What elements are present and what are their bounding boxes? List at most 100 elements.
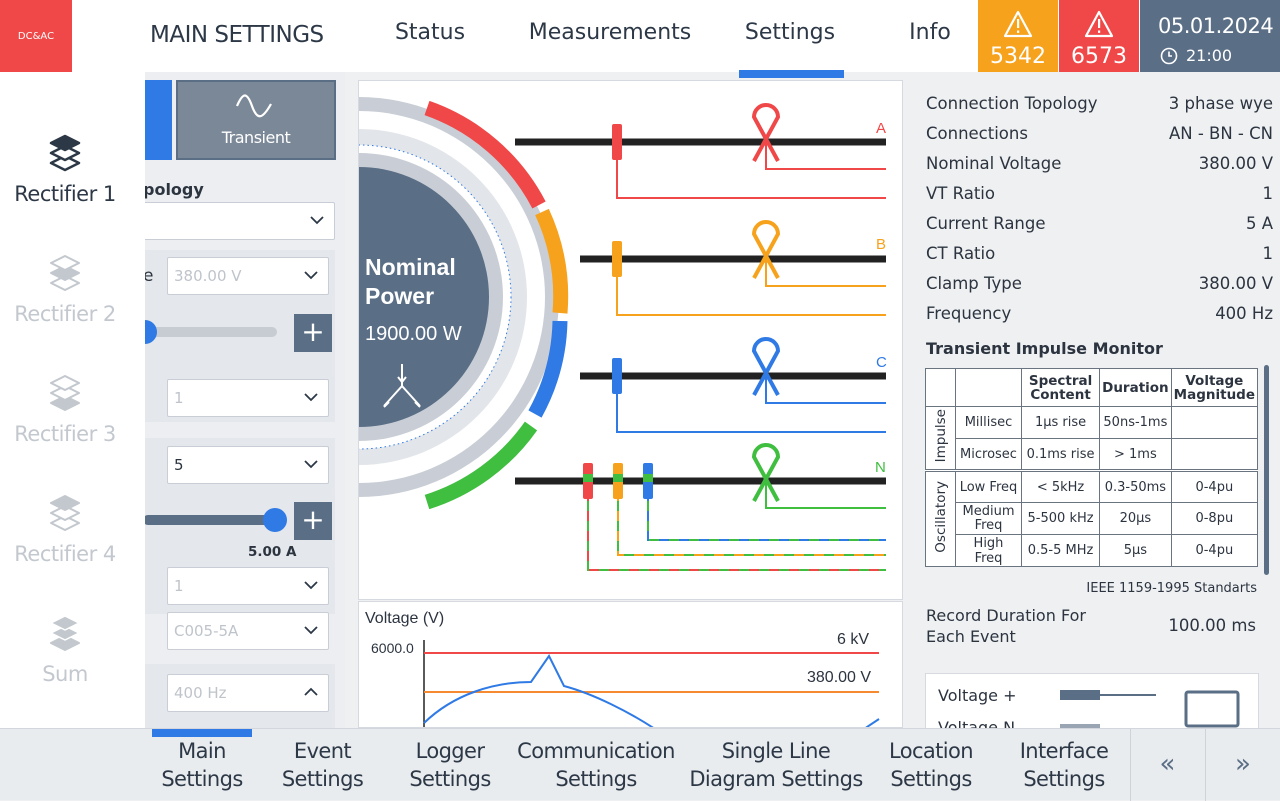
error-alarm-button[interactable]: 6573 bbox=[1059, 0, 1139, 72]
neutral-wire-a-stripe bbox=[587, 481, 886, 571]
ct-ratio-select[interactable]: 1 bbox=[167, 567, 329, 605]
nav-prev-button[interactable]: « bbox=[1130, 729, 1204, 801]
nominal-voltage-select[interactable]: 380.00 V bbox=[167, 257, 329, 295]
summary-row: Connection Topology 3 phase wye bbox=[926, 94, 1273, 113]
layers-icon bbox=[50, 375, 80, 411]
voltage-slider[interactable] bbox=[145, 327, 277, 337]
sidebar-item-rectifier-2[interactable]: Rectifier 2 bbox=[0, 252, 130, 326]
sidebar-item-rectifier-3[interactable]: Rectifier 3 bbox=[0, 372, 130, 446]
transient-label: Transient bbox=[221, 128, 291, 147]
sidebar-item-label: Rectifier 4 bbox=[14, 542, 116, 566]
probe-plus-graphic bbox=[1060, 690, 1100, 700]
current-wire-a bbox=[765, 142, 886, 170]
sidebar-item-label: Sum bbox=[42, 662, 88, 686]
transient-mode-button[interactable]: Transient bbox=[176, 80, 336, 160]
tab-settings[interactable]: Settings bbox=[735, 20, 845, 45]
active-tab-indicator bbox=[739, 70, 844, 78]
current-increment-button[interactable]: + bbox=[294, 502, 332, 540]
tab-measurements[interactable]: Measurements bbox=[515, 20, 705, 45]
voltage-chart-graphic: Voltage (V) 6000.0 6 kV 380.00 V bbox=[365, 610, 880, 727]
frequency-select[interactable]: 400 Hz bbox=[167, 674, 329, 712]
sidebar-item-label: Rectifier 2 bbox=[14, 302, 116, 326]
center-title-1: Nominal bbox=[365, 254, 456, 280]
current-wire-b bbox=[765, 259, 886, 287]
chart-title: Voltage (V) bbox=[365, 610, 444, 627]
current-slider[interactable] bbox=[145, 515, 275, 525]
current-slider-knob[interactable] bbox=[263, 508, 287, 532]
nav-logger-settings[interactable]: Logger Settings bbox=[395, 737, 505, 793]
record-duration-label: Record Duration For Each Event bbox=[926, 606, 1086, 646]
current-range-select[interactable]: 5 bbox=[167, 446, 329, 484]
error-count: 6573 bbox=[1071, 44, 1127, 69]
summary-row: Current Range 5 A bbox=[926, 214, 1273, 233]
chevron-down-icon bbox=[304, 460, 318, 469]
frequency-value: 400 Hz bbox=[174, 684, 227, 702]
wiring-diagram: Nominal Power 1900.00 W A B C N bbox=[358, 80, 903, 600]
settings-summary: Connection Topology 3 phase wye Connectio… bbox=[918, 80, 1280, 728]
col-duration: Duration bbox=[1099, 368, 1172, 407]
nav-location-settings[interactable]: Location Settings bbox=[878, 737, 984, 793]
vt-ratio-value: 1 bbox=[174, 389, 184, 407]
datetime-display: 05.01.2024 21:00 bbox=[1140, 0, 1280, 72]
sidebar-item-rectifier-1[interactable]: Rectifier 1 bbox=[0, 132, 130, 206]
nav-main-settings[interactable]: Main Settings bbox=[152, 737, 252, 793]
warning-alarm-button[interactable]: 5342 bbox=[978, 0, 1058, 72]
table-row: Oscillatory Low Freq < 5kHz 0.3-50ms 0-4… bbox=[925, 470, 1259, 567]
ct-ratio-value: 1 bbox=[174, 577, 184, 595]
phase-label-a: A bbox=[876, 120, 886, 137]
nav-interface-settings[interactable]: Interface Settings bbox=[1012, 737, 1116, 793]
voltage-field-label: e bbox=[145, 266, 154, 286]
laptop-icon bbox=[1184, 690, 1240, 728]
record-duration-value[interactable]: 100.00 ms bbox=[1168, 616, 1256, 635]
vt-ratio-select[interactable]: 1 bbox=[167, 379, 329, 417]
nav-single-line-diagram-settings[interactable]: Single Line Diagram Settings bbox=[688, 737, 864, 793]
nav-event-settings[interactable]: Event Settings bbox=[270, 737, 375, 793]
current-wire-c bbox=[765, 376, 886, 404]
table-scrollbar[interactable] bbox=[1264, 365, 1269, 575]
nav-next-button[interactable]: » bbox=[1205, 729, 1280, 801]
chevron-down-icon bbox=[304, 626, 318, 635]
warning-count: 5342 bbox=[990, 44, 1046, 69]
chevron-down-icon bbox=[304, 271, 318, 280]
probe-plus-wire bbox=[1100, 694, 1156, 696]
voltage-probe-c bbox=[612, 358, 622, 394]
summary-row: Frequency 400 Hz bbox=[926, 304, 1273, 323]
table-row: Impulse Millisec 1µs rise 50ns-1ms bbox=[925, 406, 1259, 471]
transient-impulse-table: Spectral Content Duration Voltage Magnit… bbox=[925, 368, 1259, 567]
bottom-navigation: Main Settings Event Settings Logger Sett… bbox=[0, 728, 1280, 801]
tab-info[interactable]: Info bbox=[895, 20, 965, 45]
date-text: 05.01.2024 bbox=[1158, 14, 1274, 38]
line-label-380v: 380.00 V bbox=[807, 669, 871, 686]
summary-row: Connections AN - BN - CN bbox=[926, 124, 1273, 143]
monitor-title: Transient Impulse Monitor bbox=[926, 339, 1163, 358]
legend-voltage-plus: Voltage + bbox=[938, 686, 1017, 705]
voltage-increment-button[interactable]: + bbox=[294, 314, 332, 352]
chevron-up-icon bbox=[304, 687, 318, 696]
alert-icon bbox=[1084, 10, 1114, 38]
topology-select[interactable] bbox=[145, 202, 335, 240]
mode-button-active[interactable] bbox=[145, 80, 172, 160]
active-nav-indicator bbox=[152, 729, 252, 737]
warning-icon bbox=[1003, 10, 1033, 38]
topology-heading: pology bbox=[145, 180, 204, 199]
layers-icon bbox=[50, 255, 80, 291]
app-logo: DC&AC bbox=[0, 0, 72, 72]
layers-icon bbox=[49, 134, 81, 172]
voltage-probe-b bbox=[612, 241, 622, 277]
col-voltage-magnitude: Voltage Magnitude bbox=[1170, 368, 1259, 407]
stack-icon bbox=[50, 615, 80, 651]
clamp-type-select[interactable]: C005-5A bbox=[167, 612, 329, 650]
standard-note: IEEE 1159-1995 Standarts bbox=[1086, 581, 1257, 596]
sidebar-item-sum[interactable]: Sum bbox=[0, 612, 130, 686]
chevron-down-icon bbox=[310, 216, 324, 225]
summary-row: Clamp Type 380.00 V bbox=[926, 274, 1273, 293]
chevron-down-icon bbox=[304, 581, 318, 590]
nav-communication-settings[interactable]: Communication Settings bbox=[512, 737, 680, 793]
sidebar-item-rectifier-4[interactable]: Rectifier 4 bbox=[0, 492, 130, 566]
current-range-value: 5 bbox=[174, 456, 184, 474]
nominal-power-value: 1900.00 W bbox=[365, 323, 462, 345]
voltage-trace-end bbox=[865, 718, 880, 727]
legend-voltage-n: Voltage N bbox=[938, 718, 1016, 728]
table-row: Microsec 0.1ms rise > 1ms bbox=[926, 438, 1259, 471]
tab-status[interactable]: Status bbox=[385, 20, 475, 45]
